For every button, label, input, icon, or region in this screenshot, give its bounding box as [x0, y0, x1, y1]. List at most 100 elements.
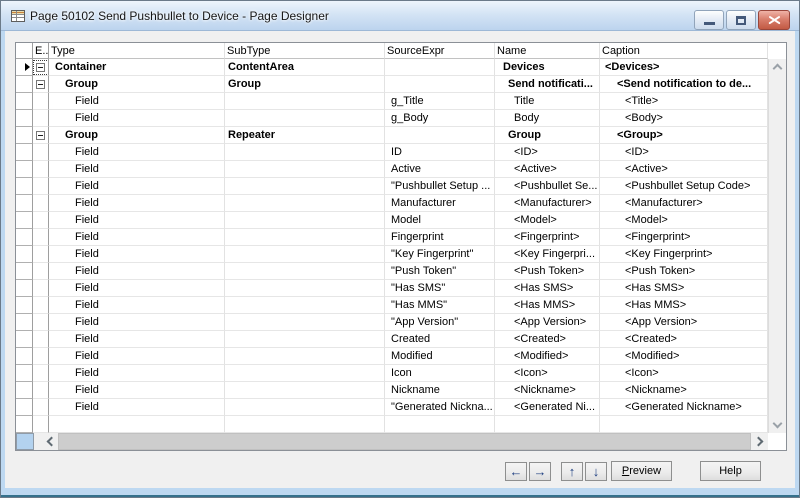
scroll-down-icon[interactable]	[773, 419, 783, 429]
cell-subtype[interactable]	[225, 348, 385, 365]
cell-name[interactable]: Group	[495, 127, 600, 144]
help-button[interactable]: Help	[700, 461, 761, 481]
cell-type[interactable]: Field	[49, 382, 225, 399]
cell-caption[interactable]: <Active>	[600, 161, 768, 178]
cell-subtype[interactable]	[225, 195, 385, 212]
cell-caption[interactable]: <Devices>	[600, 59, 768, 76]
column-header-sourceexpr[interactable]: SourceExpr	[385, 43, 495, 59]
cell-subtype[interactable]	[225, 280, 385, 297]
titlebar[interactable]: Page 50102 Send Pushbullet to Device - P…	[1, 1, 799, 31]
cell-caption[interactable]: <Created>	[600, 331, 768, 348]
cell-subtype[interactable]: Group	[225, 76, 385, 93]
cell-name[interactable]: <Pushbullet Se...	[495, 178, 600, 195]
cell-source[interactable]: ID	[385, 144, 495, 161]
cell-type[interactable]: Field	[49, 212, 225, 229]
row-selector[interactable]	[16, 246, 33, 263]
cell-subtype[interactable]: ContentArea	[225, 59, 385, 76]
cell-type[interactable]: Group	[49, 127, 225, 144]
cell-subtype[interactable]	[225, 110, 385, 127]
row-selector[interactable]	[16, 93, 33, 110]
row-selector[interactable]	[16, 280, 33, 297]
cell-type[interactable]: Field	[49, 314, 225, 331]
move-down-button[interactable]: ↓	[585, 462, 607, 481]
column-header-type[interactable]: Type	[49, 43, 225, 59]
scroll-up-icon[interactable]	[773, 64, 783, 74]
cell-source[interactable]: Model	[385, 212, 495, 229]
cell-source[interactable]: g_Title	[385, 93, 495, 110]
row-selector[interactable]	[16, 314, 33, 331]
move-right-button[interactable]: →	[529, 462, 551, 481]
column-header-name[interactable]: Name	[495, 43, 600, 59]
cell-subtype[interactable]	[225, 331, 385, 348]
collapse-icon[interactable]	[36, 131, 45, 140]
vertical-scrollbar[interactable]	[768, 59, 786, 433]
row-selector[interactable]	[16, 127, 33, 144]
column-header-subtype[interactable]: SubType	[225, 43, 385, 59]
cell-caption[interactable]: <Model>	[600, 212, 768, 229]
cell-name[interactable]: <ID>	[495, 144, 600, 161]
row-selector[interactable]	[16, 178, 33, 195]
cell-source[interactable]: Created	[385, 331, 495, 348]
cell-subtype[interactable]	[225, 161, 385, 178]
cell-type[interactable]: Field	[49, 348, 225, 365]
cell-source[interactable]: Icon	[385, 365, 495, 382]
minimize-button[interactable]	[694, 10, 724, 30]
cell-source[interactable]: Manufacturer	[385, 195, 495, 212]
cell-subtype[interactable]	[225, 93, 385, 110]
cell-type[interactable]: Field	[49, 161, 225, 178]
scroll-right-button[interactable]	[752, 433, 767, 450]
cell-type[interactable]: Field	[49, 195, 225, 212]
cell-type[interactable]: Field	[49, 144, 225, 161]
row-selector[interactable]	[16, 382, 33, 399]
expand-cell[interactable]	[33, 127, 49, 144]
cell-name[interactable]: Body	[495, 110, 600, 127]
cell-name[interactable]: <Manufacturer>	[495, 195, 600, 212]
cell-type[interactable]: Field	[49, 331, 225, 348]
cell-caption[interactable]: <Icon>	[600, 365, 768, 382]
cell-subtype[interactable]	[225, 382, 385, 399]
cell-caption[interactable]: <ID>	[600, 144, 768, 161]
cell-subtype[interactable]	[225, 416, 385, 433]
cell-type[interactable]: Field	[49, 178, 225, 195]
cell-source[interactable]: "Pushbullet Setup ...	[385, 178, 495, 195]
cell-type[interactable]: Field	[49, 229, 225, 246]
cell-source[interactable]: "Key Fingerprint"	[385, 246, 495, 263]
cell-name[interactable]: <Icon>	[495, 365, 600, 382]
cell-subtype[interactable]	[225, 178, 385, 195]
row-selector[interactable]	[16, 399, 33, 416]
cell-type[interactable]: Field	[49, 399, 225, 416]
cell-name[interactable]: <App Version>	[495, 314, 600, 331]
cell-caption[interactable]: <Send notification to de...	[600, 76, 768, 93]
cell-subtype[interactable]	[225, 365, 385, 382]
cell-caption[interactable]: <Has SMS>	[600, 280, 768, 297]
cell-source[interactable]: Nickname	[385, 382, 495, 399]
column-header-caption[interactable]: Caption	[600, 43, 768, 59]
cell-type[interactable]: Group	[49, 76, 225, 93]
cell-caption[interactable]	[600, 416, 768, 433]
cell-caption[interactable]: <Modified>	[600, 348, 768, 365]
move-left-button[interactable]: ←	[505, 462, 527, 481]
cell-caption[interactable]: <Group>	[600, 127, 768, 144]
close-button[interactable]	[758, 10, 790, 30]
row-selector[interactable]	[16, 416, 33, 433]
row-selector[interactable]	[16, 365, 33, 382]
cell-caption[interactable]: <Has MMS>	[600, 297, 768, 314]
cell-source[interactable]: "Has MMS"	[385, 297, 495, 314]
cell-caption[interactable]: <Body>	[600, 110, 768, 127]
cell-source[interactable]: g_Body	[385, 110, 495, 127]
cell-type[interactable]: Field	[49, 365, 225, 382]
cell-name[interactable]: <Has SMS>	[495, 280, 600, 297]
cell-name[interactable]: <Fingerprint>	[495, 229, 600, 246]
cell-caption[interactable]: <Pushbullet Setup Code>	[600, 178, 768, 195]
cell-name[interactable]: <Active>	[495, 161, 600, 178]
row-selector[interactable]	[16, 76, 33, 93]
row-selector[interactable]	[16, 195, 33, 212]
row-selector[interactable]	[16, 212, 33, 229]
cell-subtype[interactable]	[225, 212, 385, 229]
move-up-button[interactable]: ↑	[561, 462, 583, 481]
cell-type[interactable]: Field	[49, 110, 225, 127]
cell-source[interactable]: "App Version"	[385, 314, 495, 331]
cell-caption[interactable]: <Push Token>	[600, 263, 768, 280]
cell-source[interactable]: "Push Token"	[385, 263, 495, 280]
row-selector[interactable]	[16, 348, 33, 365]
